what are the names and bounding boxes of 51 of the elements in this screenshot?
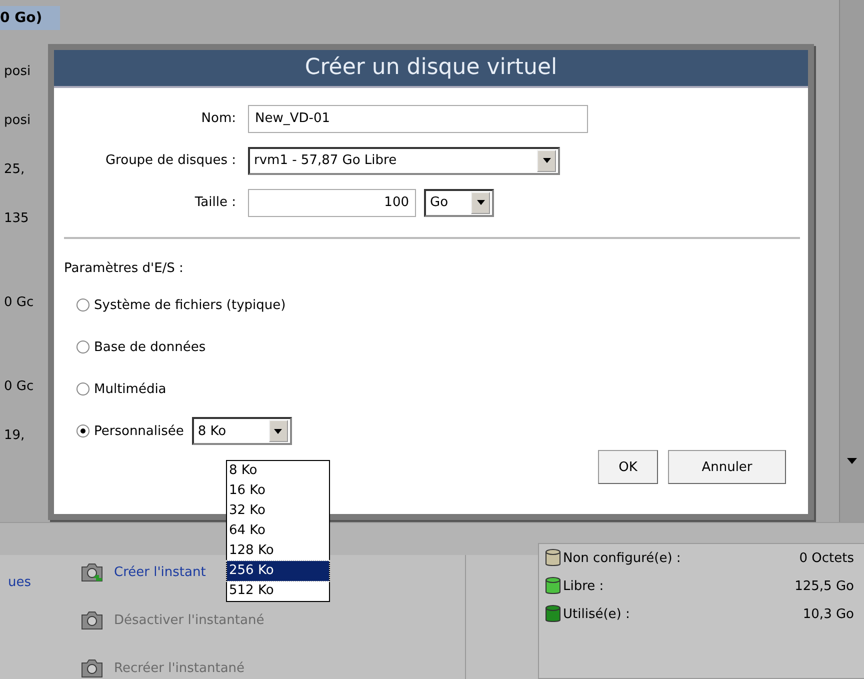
dropdown-option[interactable]: 64 Ko <box>227 521 329 541</box>
table-cell-text: posi <box>3 63 32 81</box>
table-cell-text: 25, <box>3 161 26 179</box>
caret-icon <box>476 200 484 205</box>
block-size-dropdown[interactable]: 8 Ko <box>192 417 292 445</box>
radio-button[interactable] <box>76 298 90 312</box>
table-cell-text: 0 Gc <box>3 294 35 312</box>
legend-label: Libre : <box>563 578 605 594</box>
camera-icon[interactable] <box>80 657 104 679</box>
radio-label[interactable]: Multimédia <box>94 382 166 396</box>
column-header: 0 Go) <box>0 6 60 30</box>
unit-dropdown[interactable]: Go <box>424 188 494 216</box>
dropdown-option[interactable]: 16 Ko <box>227 481 329 501</box>
action-link[interactable]: Créer l'instant <box>114 564 206 580</box>
radio-label[interactable]: Système de fichiers (typique) <box>94 298 286 312</box>
legend-label: Non configuré(e) : <box>563 550 682 566</box>
dialog-title: Créer un disque virtuel <box>54 50 808 88</box>
legend-value: 125,5 Go <box>794 578 854 594</box>
dropdown-option[interactable]: 512 Ko <box>227 581 329 601</box>
dialog-button[interactable]: Annuler <box>668 450 786 484</box>
table-cell-text: 0 Gc <box>3 378 35 396</box>
dropdown-option[interactable]: 256 Ko <box>227 561 329 581</box>
legend-label: Utilisé(e) : <box>563 606 631 622</box>
camera-icon[interactable] <box>80 609 104 631</box>
link[interactable]: ues <box>8 575 32 590</box>
dropdown-option[interactable]: 32 Ko <box>227 501 329 521</box>
radio-button[interactable] <box>76 424 90 438</box>
field-label: Nom: <box>200 111 237 126</box>
table-cell-text: posi <box>3 112 32 130</box>
section-label: Paramètres d'E/S : <box>64 261 184 276</box>
dropdown-option[interactable]: 8 Ko <box>227 461 329 481</box>
radio-button[interactable] <box>76 340 90 354</box>
table-cell-text: 135 <box>3 210 30 228</box>
camera-icon[interactable] <box>80 561 104 583</box>
field-label: Taille : <box>194 195 237 210</box>
table-cell-text: 19, <box>3 427 26 445</box>
caret-icon <box>542 158 550 163</box>
scrollbar[interactable] <box>839 0 864 522</box>
dropdown-option[interactable]: 128 Ko <box>227 541 329 561</box>
legend-value: 0 Octets <box>799 550 854 566</box>
radio-label[interactable]: Personnalisée <box>94 424 184 438</box>
dialog-button[interactable]: OK <box>598 450 658 484</box>
scroll-down-icon[interactable] <box>847 458 857 464</box>
legend-value: 10,3 Go <box>802 606 854 622</box>
name-field[interactable]: New_VD-01 <box>248 104 588 132</box>
size-field[interactable]: 100 <box>248 188 416 216</box>
disk-group-dropdown[interactable]: rvm1 - 57,87 Go Libre <box>248 146 560 174</box>
caret-icon <box>274 428 282 434</box>
radio-button[interactable] <box>76 382 90 396</box>
radio-label[interactable]: Base de données <box>94 340 206 354</box>
field-label: Groupe de disques : <box>104 153 237 168</box>
